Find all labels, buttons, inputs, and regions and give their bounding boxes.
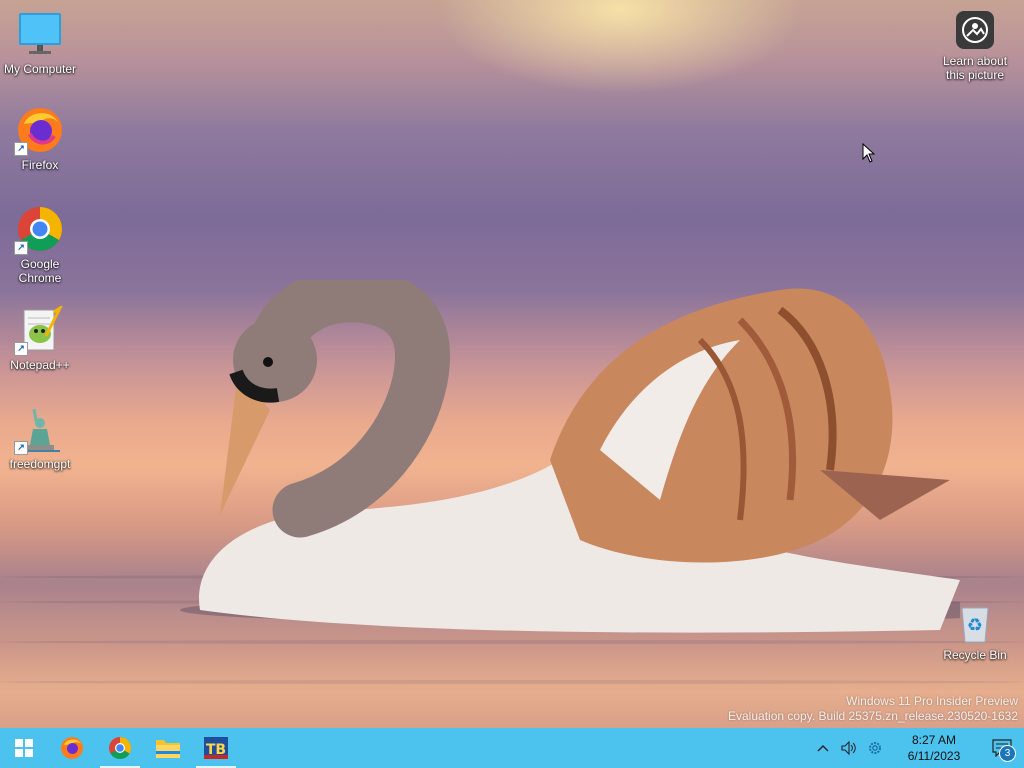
desktop-icon-label: Google Chrome <box>18 257 62 285</box>
firefox-icon: ↗ <box>14 106 64 156</box>
show-hidden-icons-button[interactable] <box>810 728 836 768</box>
desktop-icon-label: freedomgpt <box>9 457 71 471</box>
desktop[interactable]: My Computer ↗ Firefox ↗ Google Chrome ↗ … <box>0 0 1024 728</box>
wallpaper-swan <box>180 280 960 633</box>
gear-icon <box>869 742 881 754</box>
chrome-icon <box>109 737 131 759</box>
learn-about-label-line2: this picture <box>945 68 1005 82</box>
camera-icon <box>955 10 995 50</box>
shortcut-arrow-icon: ↗ <box>14 241 28 255</box>
tb-app-icon: TB <box>204 737 228 759</box>
volume-button[interactable] <box>836 728 862 768</box>
monitor-icon <box>16 10 64 58</box>
notification-center-button[interactable]: 3 <box>980 728 1024 768</box>
clock-date: 6/11/2023 <box>907 749 961 763</box>
desktop-icon-google-chrome[interactable]: ↗ Google Chrome <box>0 205 80 285</box>
shortcut-arrow-icon: ↗ <box>14 441 28 455</box>
mouse-cursor-icon <box>862 143 876 163</box>
chevron-up-icon <box>817 745 829 752</box>
settings-button[interactable] <box>862 728 888 768</box>
clock-time: 8:27 AM <box>911 733 957 747</box>
shortcut-arrow-icon: ↗ <box>14 142 28 156</box>
taskbar: TB 8:27 AM 6/11/2023 3 <box>0 728 1024 768</box>
taskbar-firefox[interactable] <box>48 728 96 768</box>
taskbar-tb-app[interactable]: TB <box>192 728 240 768</box>
notepadpp-icon: ↗ <box>14 303 64 356</box>
statue-of-liberty-icon: ↗ <box>14 405 64 455</box>
desktop-icon-label: Recycle Bin <box>943 648 1007 662</box>
desktop-icon-my-computer[interactable]: My Computer <box>0 10 80 76</box>
desktop-icon-firefox[interactable]: ↗ Firefox <box>0 106 80 172</box>
desktop-icon-label: My Computer <box>3 62 77 76</box>
desktop-icon-label: Firefox <box>21 158 59 172</box>
desktop-icon-notepadpp[interactable]: ↗ Notepad++ <box>0 303 80 372</box>
taskbar-file-explorer[interactable] <box>144 728 192 768</box>
desktop-icon-recycle-bin[interactable]: ♻ Recycle Bin <box>935 604 1015 662</box>
chrome-icon: ↗ <box>14 205 64 255</box>
watermark-build: Evaluation copy. Build 25375.zn_release.… <box>728 709 1018 723</box>
start-button[interactable] <box>0 728 48 768</box>
learn-about-picture[interactable]: Learn about this picture <box>935 10 1015 82</box>
windows-start-icon <box>15 739 33 757</box>
notification-count-badge: 3 <box>999 745 1016 762</box>
taskbar-chrome[interactable] <box>96 728 144 768</box>
svg-text:♻: ♻ <box>967 615 983 636</box>
folder-icon <box>156 740 180 758</box>
speaker-icon <box>841 741 856 755</box>
firefox-icon <box>61 737 83 759</box>
desktop-icon-freedomgpt[interactable]: ↗ freedomgpt <box>0 405 80 471</box>
wallpaper-ripple <box>0 640 1024 644</box>
recycle-bin-icon: ♻ <box>955 604 995 644</box>
learn-about-label-line1: Learn about <box>942 54 1008 68</box>
watermark-edition: Windows 11 Pro Insider Preview <box>846 694 1018 708</box>
shortcut-arrow-icon: ↗ <box>14 342 28 356</box>
desktop-icon-label: Notepad++ <box>10 358 70 372</box>
clock[interactable]: 8:27 AM 6/11/2023 <box>888 732 980 764</box>
windows-evaluation-watermark: Windows 11 Pro Insider Preview Evaluatio… <box>728 694 1018 724</box>
system-tray: 8:27 AM 6/11/2023 3 <box>810 728 1024 768</box>
wallpaper-ripple <box>0 680 1024 684</box>
